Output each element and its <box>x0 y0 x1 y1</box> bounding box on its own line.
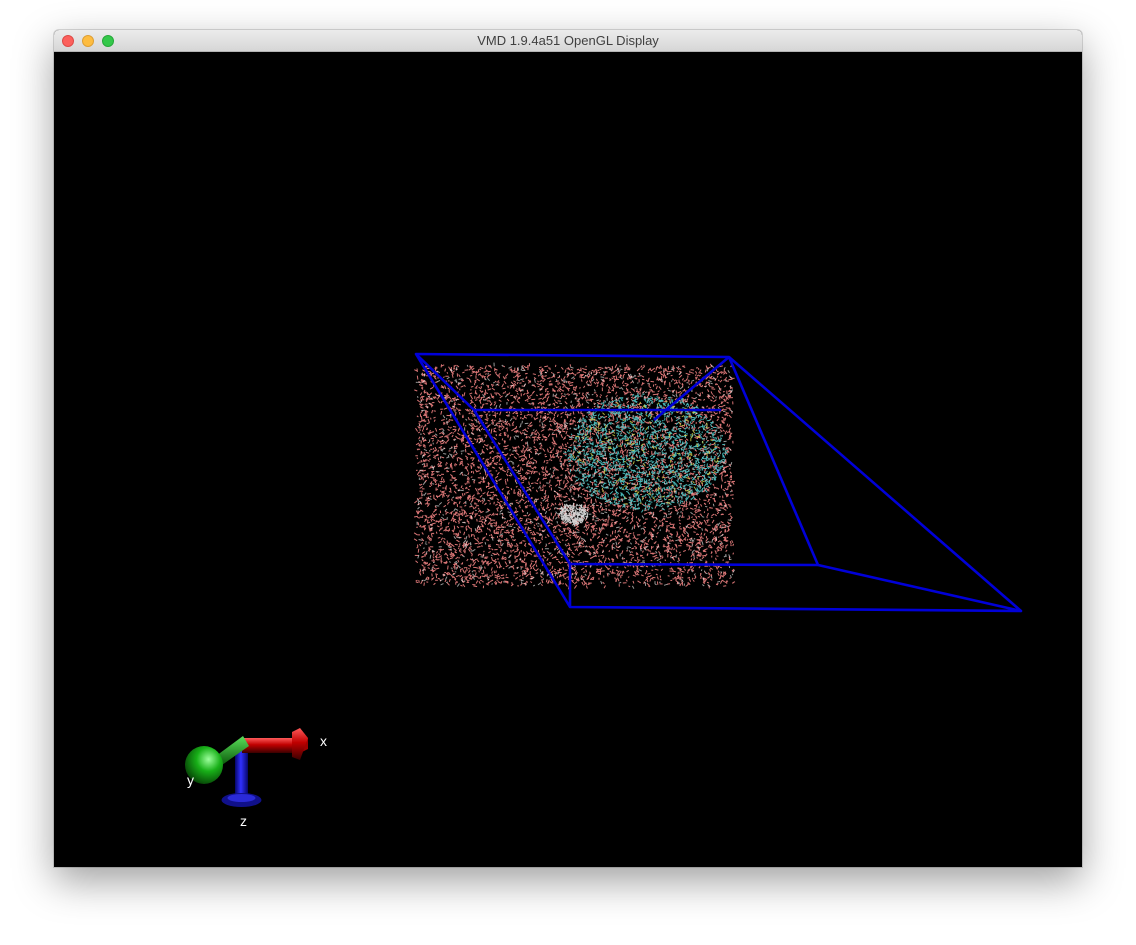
x-axis-label: x <box>320 733 327 749</box>
axes-indicator: x y z <box>185 728 327 829</box>
x-axis-arrow <box>242 728 308 760</box>
vmd-window: VMD 1.9.4a51 OpenGL Display x y z <box>54 30 1082 867</box>
z-axis-label: z <box>240 813 247 829</box>
water-molecules <box>413 362 736 590</box>
window-title: VMD 1.9.4a51 OpenGL Display <box>477 33 659 48</box>
scene-svg: x y z <box>185 352 1023 829</box>
opengl-display-canvas[interactable]: x y z <box>54 52 1082 867</box>
title-bar[interactable]: VMD 1.9.4a51 OpenGL Display <box>54 30 1082 52</box>
y-axis-label: y <box>187 772 194 788</box>
periodic-box <box>414 352 1023 613</box>
